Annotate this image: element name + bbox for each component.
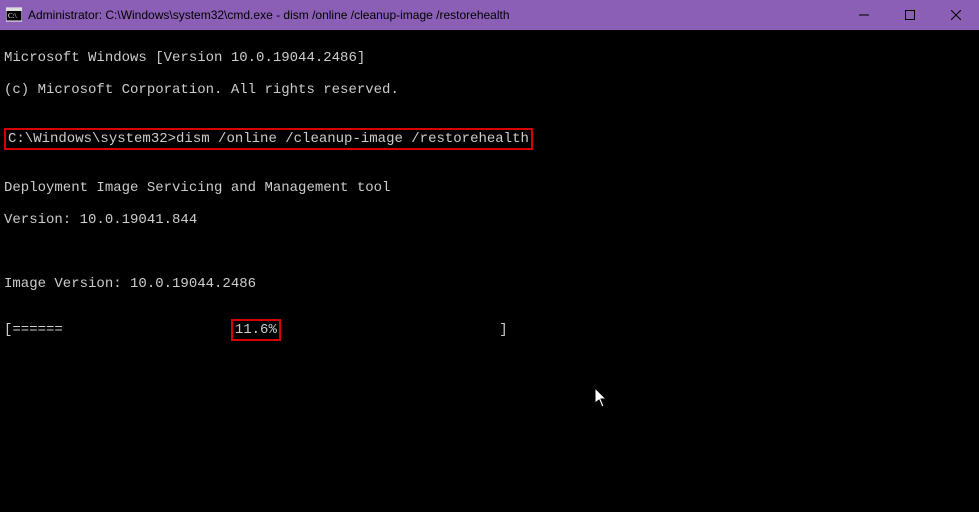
cmd-window: C:\ Administrator: C:\Windows\system32\c… [0,0,979,512]
banner-line-2: (c) Microsoft Corporation. All rights re… [4,82,975,98]
image-version-line: Image Version: 10.0.19044.2486 [4,276,975,292]
terminal-area[interactable]: Microsoft Windows [Version 10.0.19044.24… [0,30,979,512]
tool-name-line: Deployment Image Servicing and Managemen… [4,180,975,196]
tool-version-line: Version: 10.0.19041.844 [4,212,975,228]
progress-line: [====== 11.6% ] [4,322,975,338]
maximize-button[interactable] [887,0,933,30]
command-text: dism /online /cleanup-image /restoreheal… [176,131,529,147]
progress-percent-highlight: 11.6% [231,319,281,341]
prompt-text: C:\Windows\system32> [8,131,176,147]
close-button[interactable] [933,0,979,30]
command-highlight: C:\Windows\system32>dism /online /cleanu… [4,128,533,150]
command-line: C:\Windows\system32>dism /online /cleanu… [4,128,975,150]
minimize-button[interactable] [841,0,887,30]
progress-percent: 11.6% [235,322,277,338]
blank-line [4,244,975,260]
banner-line-1: Microsoft Windows [Version 10.0.19044.24… [4,50,975,66]
progress-bar-right: ] [281,322,508,338]
window-controls [841,0,979,30]
titlebar[interactable]: C:\ Administrator: C:\Windows\system32\c… [0,0,979,30]
progress-bar-left: [====== [4,322,231,338]
svg-text:C:\: C:\ [8,12,17,20]
window-title: Administrator: C:\Windows\system32\cmd.e… [28,8,510,22]
mouse-cursor-icon [545,372,609,429]
cmd-icon: C:\ [6,7,22,23]
